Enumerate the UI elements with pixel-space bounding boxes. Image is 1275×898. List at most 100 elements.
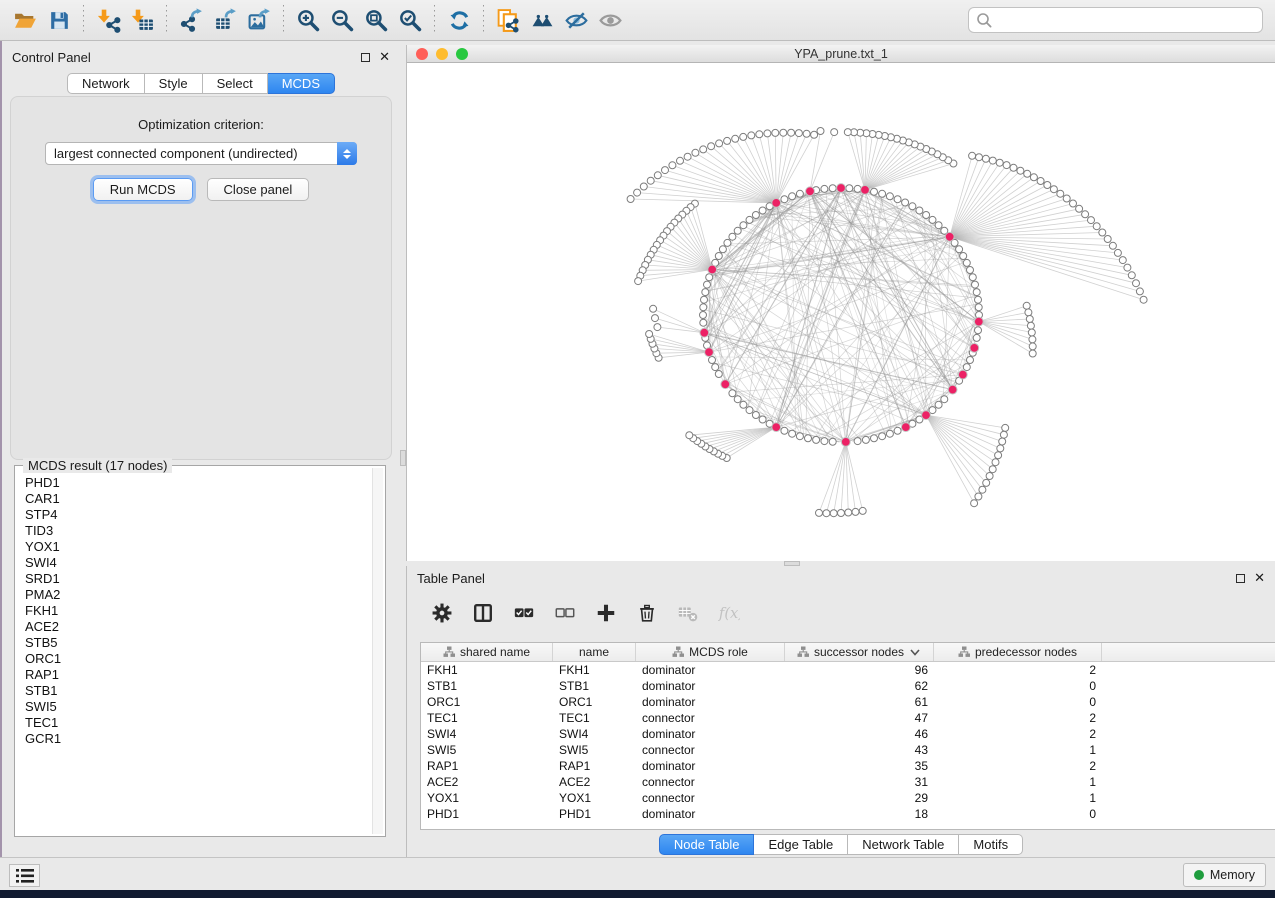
refresh-icon[interactable] — [442, 4, 476, 36]
open-file-icon[interactable] — [8, 4, 42, 36]
share-document-icon[interactable] — [491, 4, 525, 36]
export-image-icon[interactable] — [242, 4, 276, 36]
first-neighbors-icon[interactable] — [525, 4, 559, 36]
search-input[interactable] — [968, 7, 1263, 33]
tab-motifs[interactable]: Motifs — [959, 834, 1023, 855]
table-mode-icon[interactable] — [431, 602, 453, 624]
toolbar-separator — [166, 5, 167, 35]
column-header-shared-name[interactable]: shared name — [421, 643, 553, 661]
network-canvas[interactable] — [407, 63, 1275, 560]
mcds-result-item[interactable]: TID3 — [25, 523, 375, 539]
table-row[interactable]: SWI4SWI4dominator462 — [421, 726, 1275, 742]
table-row[interactable]: PHD1PHD1dominator180 — [421, 806, 1275, 822]
desktop: Control Panel ✕ NetworkStyleSelectMCDS O… — [0, 0, 1275, 898]
mcds-result-item[interactable]: GCR1 — [25, 731, 375, 747]
shared-column-icon — [797, 646, 809, 658]
column-header-successor-nodes[interactable]: successor nodes — [785, 643, 934, 661]
cell: 2 — [934, 662, 1102, 678]
mcds-result-item[interactable]: STB1 — [25, 683, 375, 699]
fit-selected-icon[interactable] — [393, 4, 427, 36]
table-row[interactable]: SWI5SWI5connector431 — [421, 742, 1275, 758]
table-row[interactable]: STB1STB1dominator620 — [421, 678, 1275, 694]
zoom-in-icon[interactable] — [291, 4, 325, 36]
mcds-result-item[interactable]: STP4 — [25, 507, 375, 523]
hide-selected-icon[interactable] — [559, 4, 593, 36]
select-all-rows-icon[interactable] — [513, 602, 535, 624]
export-network-icon[interactable] — [174, 4, 208, 36]
column-header-MCDS-role[interactable]: MCDS role — [636, 643, 785, 661]
import-table-from-file-icon[interactable] — [125, 4, 159, 36]
mcds-result-item[interactable]: PHD1 — [25, 475, 375, 491]
mcds-result-item[interactable]: FKH1 — [25, 603, 375, 619]
import-network-from-file-icon[interactable] — [91, 4, 125, 36]
mcds-result-item[interactable]: STB5 — [25, 635, 375, 651]
create-column-icon[interactable] — [595, 602, 617, 624]
save-session-icon[interactable] — [42, 4, 76, 36]
mcds-result-item[interactable]: ORC1 — [25, 651, 375, 667]
mcds-result-item[interactable]: TEC1 — [25, 715, 375, 731]
mcds-result-item[interactable]: RAP1 — [25, 667, 375, 683]
table-row[interactable]: RAP1RAP1dominator352 — [421, 758, 1275, 774]
zoom-out-icon[interactable] — [325, 4, 359, 36]
cell: ACE2 — [421, 774, 553, 790]
tab-node-table[interactable]: Node Table — [659, 834, 755, 855]
tab-select[interactable]: Select — [203, 73, 268, 94]
mcds-result-item[interactable]: CAR1 — [25, 491, 375, 507]
mcds-result-scrollbar[interactable] — [372, 468, 383, 834]
cell: 0 — [934, 678, 1102, 694]
table-panel-titlebar: Table Panel ✕ — [407, 566, 1275, 590]
close-window-light[interactable] — [416, 48, 428, 60]
cell: SWI5 — [421, 742, 553, 758]
mcds-result-item[interactable]: SWI5 — [25, 699, 375, 715]
memory-status-dot — [1194, 870, 1204, 880]
table-row[interactable]: YOX1YOX1connector291 — [421, 790, 1275, 806]
cell: STB1 — [421, 678, 553, 694]
table-body: FKH1FKH1dominator962STB1STB1dominator620… — [421, 662, 1275, 822]
deselect-all-rows-icon[interactable] — [554, 602, 576, 624]
export-table-icon[interactable] — [208, 4, 242, 36]
mcds-result-item[interactable]: YOX1 — [25, 539, 375, 555]
maximize-window-light[interactable] — [456, 48, 468, 60]
mcds-result-item[interactable]: SWI4 — [25, 555, 375, 571]
optimization-criterion-dropdown[interactable]: largest connected component (undirected) — [45, 142, 357, 165]
close-table-panel-icon[interactable]: ✕ — [1254, 573, 1265, 583]
mcds-result-item[interactable]: SRD1 — [25, 571, 375, 587]
network-view-window: YPA_prune.txt_1 — [406, 45, 1275, 561]
tab-network-table[interactable]: Network Table — [848, 834, 959, 855]
cell: 2 — [934, 758, 1102, 774]
table-row[interactable]: TEC1TEC1connector472 — [421, 710, 1275, 726]
close-panel-icon[interactable]: ✕ — [379, 52, 390, 62]
close-panel-button[interactable]: Close panel — [207, 178, 310, 201]
tab-mcds[interactable]: MCDS — [268, 73, 335, 94]
tab-edge-table[interactable]: Edge Table — [754, 834, 848, 855]
cell: connector — [636, 774, 785, 790]
control-panel-tabs: NetworkStyleSelectMCDS — [2, 73, 400, 94]
mcds-result-item[interactable]: PMA2 — [25, 587, 375, 603]
fit-content-icon[interactable] — [359, 4, 393, 36]
panel-list-button[interactable] — [9, 864, 40, 887]
delete-column-icon[interactable] — [636, 602, 658, 624]
table-row[interactable]: FKH1FKH1dominator962 — [421, 662, 1275, 678]
float-panel-icon[interactable] — [361, 53, 370, 62]
minimize-window-light[interactable] — [436, 48, 448, 60]
column-header-filler — [1102, 643, 1275, 661]
float-table-panel-icon[interactable] — [1236, 574, 1245, 583]
dropdown-stepper-icon — [337, 142, 357, 165]
column-header-name[interactable]: name — [553, 643, 636, 661]
cell: 18 — [785, 806, 934, 822]
control-panel-titlebar: Control Panel ✕ — [2, 45, 400, 69]
cell: SWI4 — [421, 726, 553, 742]
table-panel-tabs: Node TableEdge TableNetwork TableMotifs — [407, 834, 1275, 855]
table-row[interactable]: ORC1ORC1dominator610 — [421, 694, 1275, 710]
column-header-predecessor-nodes[interactable]: predecessor nodes — [934, 643, 1102, 661]
tab-network[interactable]: Network — [67, 73, 145, 94]
tab-style[interactable]: Style — [145, 73, 203, 94]
mcds-result-item[interactable]: ACE2 — [25, 619, 375, 635]
function-builder-icon: f(x) — [718, 602, 740, 624]
table-row[interactable]: ACE2ACE2connector311 — [421, 774, 1275, 790]
run-mcds-button[interactable]: Run MCDS — [93, 178, 193, 201]
cell: TEC1 — [421, 710, 553, 726]
memory-button[interactable]: Memory — [1183, 863, 1266, 887]
toolbar-separator — [83, 5, 84, 35]
show-columns-icon[interactable] — [472, 602, 494, 624]
